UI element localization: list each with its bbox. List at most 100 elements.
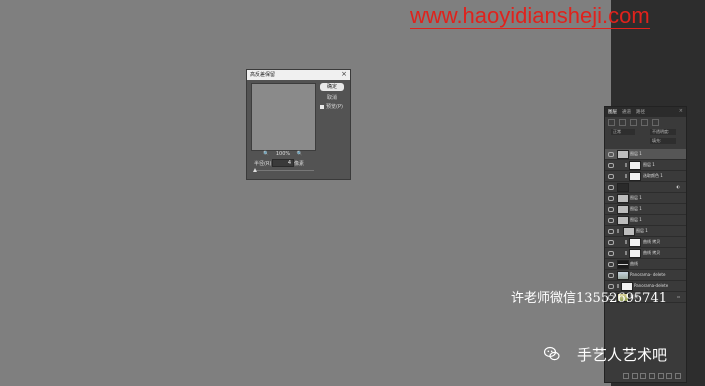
panel-footer xyxy=(623,373,681,379)
layer-name: Panorama- delete xyxy=(630,272,666,277)
zoom-level: 100% xyxy=(275,151,291,157)
layer-mask xyxy=(629,249,641,258)
eye-icon[interactable] xyxy=(608,273,614,278)
radius-label: 半径(R): xyxy=(254,161,274,167)
eye-icon[interactable] xyxy=(608,229,614,234)
folder-icon[interactable] xyxy=(657,373,664,379)
ok-button[interactable]: 确定 xyxy=(320,83,344,91)
layer-row[interactable]: 图层 1 xyxy=(605,226,686,237)
new-layer-icon[interactable] xyxy=(666,373,673,379)
opacity-field[interactable]: 不透明度: xyxy=(650,129,676,135)
dialog-titlebar[interactable]: 高反差保留 × xyxy=(247,70,350,80)
eye-icon[interactable] xyxy=(608,163,614,168)
radius-slider-track[interactable] xyxy=(254,170,314,171)
eye-icon[interactable] xyxy=(608,152,614,157)
layer-name: 图层 1 xyxy=(630,206,642,211)
layer-thumbnail xyxy=(617,271,629,280)
fx-icon: ◐ xyxy=(676,184,681,189)
eye-icon[interactable] xyxy=(608,240,614,245)
add-mask-icon[interactable] xyxy=(640,373,647,379)
filter-preview[interactable] xyxy=(251,83,316,151)
checkbox-icon[interactable] xyxy=(320,104,324,109)
lock-icon: ▫ xyxy=(677,294,680,299)
layer-row[interactable]: 图层 1 xyxy=(605,193,686,204)
eye-icon[interactable] xyxy=(608,218,614,223)
layer-row[interactable]: 选取颜色 1 xyxy=(605,171,686,182)
layer-name: 曲线 拷贝 xyxy=(643,250,661,255)
layer-row[interactable]: 图层 1 xyxy=(605,204,686,215)
wechat-id-overlay: 许老师微信13552695741 xyxy=(511,291,667,306)
layer-filter-toolbar xyxy=(608,119,680,126)
adjustment-icon[interactable] xyxy=(648,373,655,379)
link-layers-icon[interactable] xyxy=(623,373,629,379)
radius-slider-thumb[interactable] xyxy=(253,168,257,172)
watermark-url: www.haoyidiansheji.com xyxy=(410,3,650,29)
layer-row[interactable]: 曲线 拷贝 xyxy=(605,237,686,248)
link-icon xyxy=(625,251,627,255)
layer-name: 图层 1 xyxy=(630,217,642,222)
preview-label: 预览(P) xyxy=(326,104,343,110)
filter-kind-icon[interactable] xyxy=(608,119,615,126)
eye-icon[interactable] xyxy=(608,196,614,201)
eye-icon[interactable] xyxy=(608,251,614,256)
layer-name: 选取颜色 1 xyxy=(643,173,663,178)
layer-row[interactable]: ◐ xyxy=(605,182,686,193)
layer-list: 图层 1 图层 1 选取颜色 1 ◐ 图层 1 图层 1 图层 1 图层 1 曲… xyxy=(605,149,686,303)
link-icon xyxy=(625,174,627,178)
panel-tabs: 图层 通道 路径 xyxy=(605,107,686,117)
layer-row[interactable]: 图层 1 xyxy=(605,149,686,160)
layer-row[interactable]: 曲线 拷贝 xyxy=(605,248,686,259)
trash-icon[interactable] xyxy=(674,373,681,379)
layer-thumbnail xyxy=(623,227,635,236)
radius-input[interactable]: 4 xyxy=(272,159,294,167)
layer-row[interactable]: 曲线 xyxy=(605,259,686,270)
tab-paths[interactable]: 路径 xyxy=(636,109,645,115)
close-icon[interactable]: × xyxy=(341,70,347,79)
filter-shape-icon[interactable] xyxy=(652,119,659,126)
layer-mask xyxy=(629,161,641,170)
layer-mask xyxy=(629,172,641,181)
eye-icon[interactable] xyxy=(608,262,614,267)
chevron-right-icon[interactable] xyxy=(617,229,619,233)
layer-thumbnail xyxy=(617,150,629,159)
layer-name: 图层 1 xyxy=(636,228,648,233)
layer-thumbnail xyxy=(617,194,629,203)
layer-thumbnail xyxy=(617,260,629,269)
dialog-title: 高反差保留 xyxy=(250,72,276,78)
eye-icon[interactable] xyxy=(608,174,614,179)
layer-thumbnail xyxy=(617,183,629,192)
eye-icon[interactable] xyxy=(608,185,614,190)
filter-adjust-icon[interactable] xyxy=(630,119,637,126)
panel-close-icon[interactable]: × xyxy=(679,108,683,114)
layer-name: 图层 1 xyxy=(630,151,642,156)
tab-channels[interactable]: 通道 xyxy=(622,109,631,115)
blend-mode-select[interactable]: 正常 xyxy=(611,129,635,135)
wechat-account-name: 手艺人艺术吧 xyxy=(577,346,668,364)
radius-unit: 像素 xyxy=(294,161,305,167)
high-pass-dialog: 高反差保留 × 确定 取消 预览(P) 🔍 100% 🔍 半径(R): 4 像素 xyxy=(246,69,351,180)
layer-row[interactable]: 图层 1 xyxy=(605,215,686,226)
filter-pixel-icon[interactable] xyxy=(619,119,626,126)
blend-row: 正常 不透明度: xyxy=(608,129,682,136)
link-icon xyxy=(625,240,627,244)
link-icon xyxy=(625,163,627,167)
fx-icon[interactable] xyxy=(631,373,638,379)
layer-row[interactable]: Panorama- delete xyxy=(605,270,686,281)
layer-name: 曲线 拷贝 xyxy=(643,239,661,244)
wechat-icon xyxy=(544,346,560,361)
zoom-controls: 🔍 100% 🔍 xyxy=(263,151,303,157)
layer-thumbnail xyxy=(617,216,629,225)
preview-checkbox[interactable]: 预览(P) xyxy=(320,104,343,111)
cancel-button[interactable]: 取消 xyxy=(320,94,344,102)
tab-layers[interactable]: 图层 xyxy=(608,109,617,115)
zoom-in-icon[interactable]: 🔍 xyxy=(297,151,303,157)
layer-name: 图层 1 xyxy=(630,195,642,200)
layer-row[interactable]: 图层 1 xyxy=(605,160,686,171)
fill-row: 填充: xyxy=(608,138,682,145)
fill-field[interactable]: 填充: xyxy=(650,138,676,144)
eye-icon[interactable] xyxy=(608,207,614,212)
layer-name: 曲线 xyxy=(630,261,638,266)
zoom-out-icon[interactable]: 🔍 xyxy=(263,151,269,157)
layers-panel: 图层 通道 路径 × 正常 不透明度: 填充: 图层 1 图层 1 选取颜色 1… xyxy=(604,106,687,383)
filter-type-icon[interactable] xyxy=(641,119,648,126)
